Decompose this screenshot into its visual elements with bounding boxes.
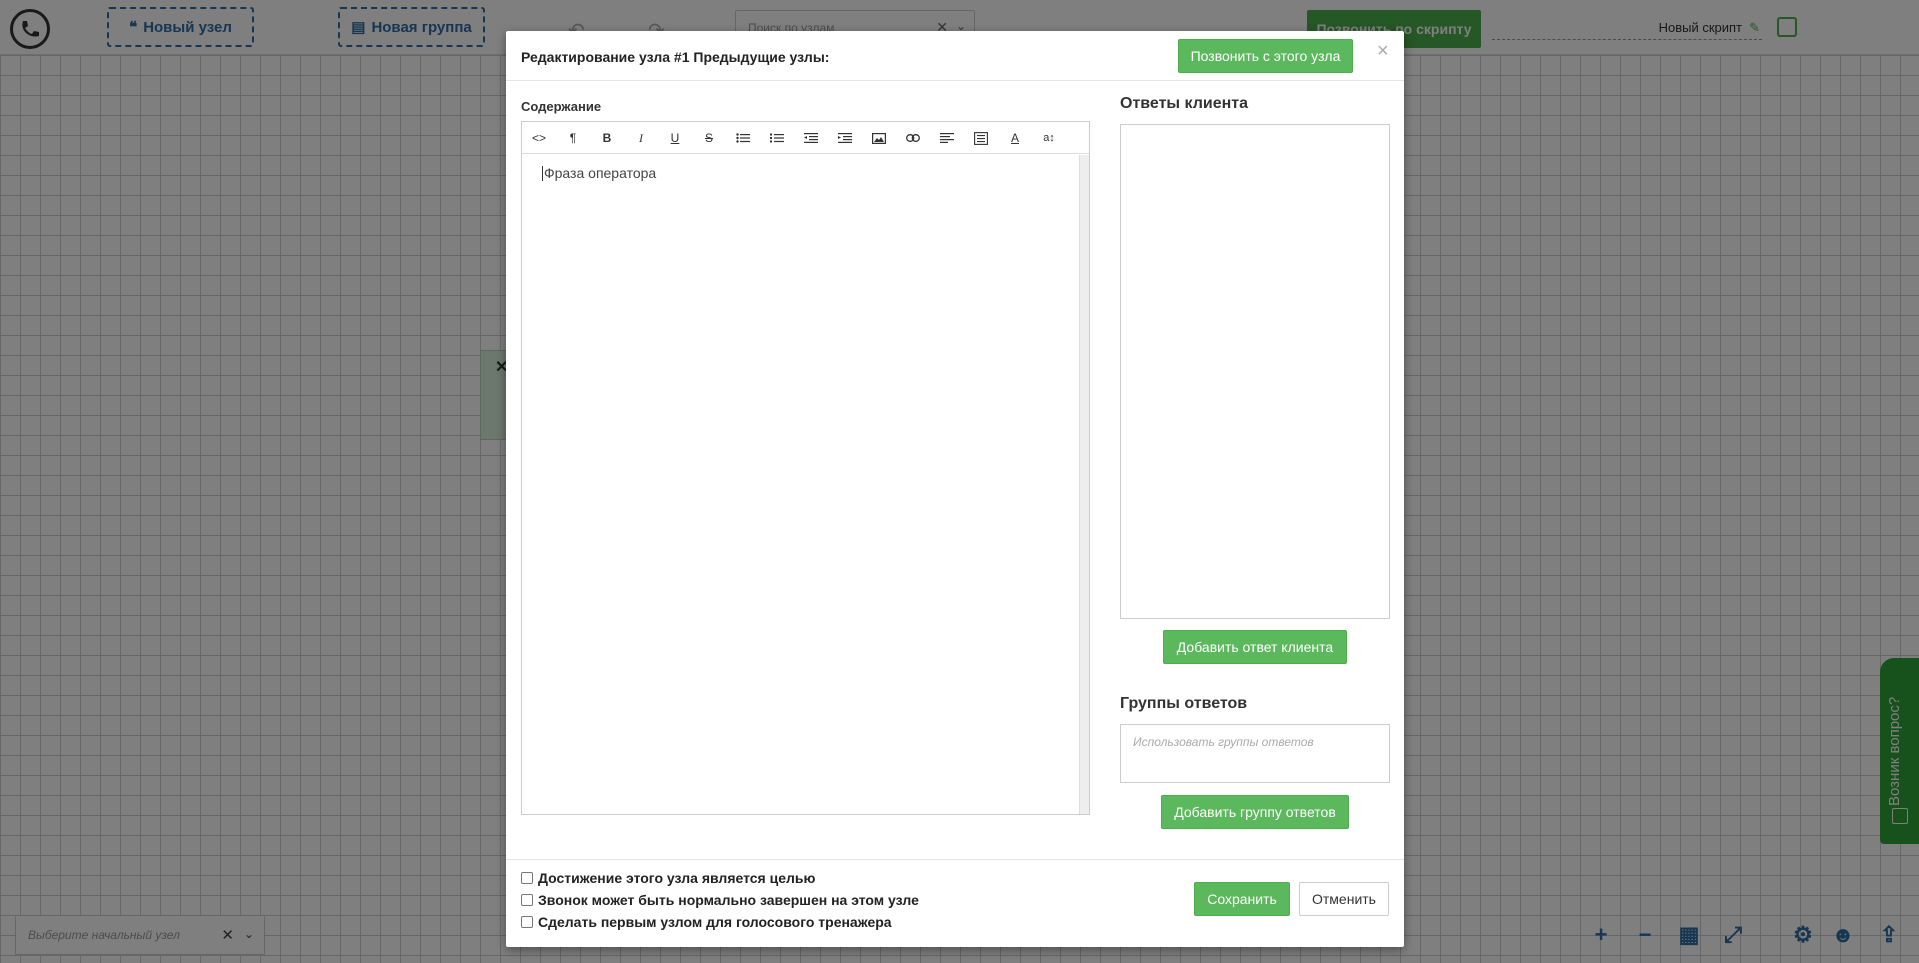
- editor-toolbar: <> ¶ B I U S A a↕: [522, 122, 1089, 154]
- call-end-checkbox-label: Звонок может быть нормально завершен на …: [538, 892, 919, 908]
- checkbox-box[interactable]: [521, 916, 533, 928]
- add-answer-group-button[interactable]: Добавить группу ответов: [1161, 795, 1349, 829]
- edit-node-dialog: Редактирование узла #1 Предыдущие узлы: …: [506, 31, 1404, 947]
- checkbox-box[interactable]: [521, 894, 533, 906]
- dialog-title: Редактирование узла #1 Предыдущие узлы:: [521, 49, 830, 65]
- underline-icon[interactable]: U: [658, 122, 692, 154]
- answer-groups-placeholder: Использовать группы ответов: [1133, 735, 1314, 749]
- ordered-list-icon[interactable]: [760, 122, 794, 154]
- outdent-icon[interactable]: [794, 122, 828, 154]
- client-answers-heading: Ответы клиента: [1120, 95, 1249, 112]
- font-size-icon[interactable]: a↕: [1032, 122, 1066, 154]
- indent-icon[interactable]: [828, 122, 862, 154]
- checkbox-box[interactable]: [521, 872, 533, 884]
- content-label: Содержание: [521, 99, 602, 114]
- call-from-node-button[interactable]: Позвонить с этого узла: [1178, 39, 1353, 73]
- align-justify-icon[interactable]: [964, 122, 998, 154]
- call-end-checkbox[interactable]: Звонок может быть нормально завершен на …: [521, 892, 919, 908]
- editor-text: Фраза оператора: [544, 165, 657, 181]
- editor-content-area[interactable]: Фраза оператора: [522, 155, 1079, 814]
- image-icon[interactable]: [862, 122, 896, 154]
- cancel-button[interactable]: Отменить: [1299, 882, 1389, 916]
- unordered-list-icon[interactable]: [726, 122, 760, 154]
- link-icon[interactable]: [896, 122, 930, 154]
- answer-groups-heading: Группы ответов: [1120, 695, 1248, 712]
- font-color-icon[interactable]: A: [998, 122, 1032, 154]
- client-answers-list[interactable]: [1120, 124, 1390, 619]
- rich-text-editor: <> ¶ B I U S A a↕ Фраза оператора: [521, 121, 1090, 815]
- answer-groups-input[interactable]: Использовать группы ответов: [1120, 724, 1390, 783]
- align-left-icon[interactable]: [930, 122, 964, 154]
- goal-checkbox[interactable]: Достижение этого узла является целью: [521, 870, 815, 886]
- bold-icon[interactable]: B: [590, 122, 624, 154]
- editor-scrollbar[interactable]: [1079, 155, 1089, 814]
- code-view-icon[interactable]: <>: [522, 122, 556, 154]
- strikethrough-icon[interactable]: S: [692, 122, 726, 154]
- italic-icon[interactable]: I: [624, 122, 658, 154]
- dialog-header: Редактирование узла #1 Предыдущие узлы: …: [506, 31, 1404, 81]
- close-icon[interactable]: ×: [1377, 41, 1389, 61]
- text-caret: [542, 166, 543, 181]
- goal-checkbox-label: Достижение этого узла является целью: [538, 870, 816, 886]
- save-button[interactable]: Сохранить: [1194, 882, 1290, 916]
- voice-trainer-checkbox[interactable]: Сделать первым узлом для голосового трен…: [521, 914, 892, 930]
- voice-trainer-checkbox-label: Сделать первым узлом для голосового трен…: [538, 914, 892, 930]
- add-client-answer-button[interactable]: Добавить ответ клиента: [1163, 630, 1347, 664]
- paragraph-icon[interactable]: ¶: [556, 122, 590, 154]
- dialog-footer: Достижение этого узла является целью Зво…: [506, 859, 1404, 947]
